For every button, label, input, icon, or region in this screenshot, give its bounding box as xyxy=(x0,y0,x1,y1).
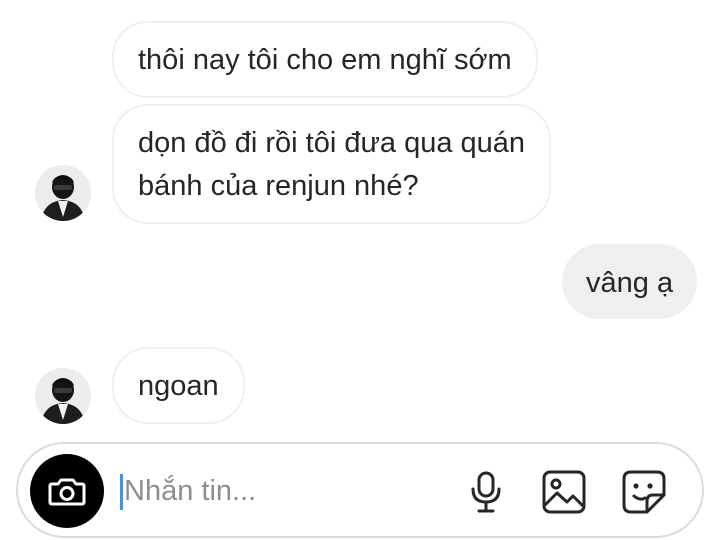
outgoing-message-bubble[interactable]: vâng ạ xyxy=(562,244,698,319)
sticker-icon xyxy=(622,470,666,514)
incoming-message-bubble[interactable]: ngoan xyxy=(112,347,245,424)
incoming-message-bubble[interactable]: dọn đồ đi rồi tôi đưa qua quán bánh của … xyxy=(112,104,552,224)
text-cursor xyxy=(120,474,123,510)
microphone-button[interactable] xyxy=(462,468,510,516)
incoming-message-bubble[interactable]: thôi nay tôi cho em nghĩ sớm xyxy=(112,21,538,98)
sender-avatar[interactable] xyxy=(35,368,91,424)
image-icon xyxy=(542,470,586,514)
sticker-button[interactable] xyxy=(620,468,668,516)
message-text: ngoan xyxy=(138,370,219,402)
avatar-image xyxy=(35,368,91,424)
avatar-image xyxy=(35,165,91,221)
message-text-line: dọn đồ đi rồi tôi đưa qua quán xyxy=(138,127,526,159)
message-input[interactable] xyxy=(120,466,444,516)
gallery-button[interactable] xyxy=(540,468,588,516)
message-text: thôi nay tôi cho em nghĩ sớm xyxy=(138,44,512,76)
message-composer xyxy=(16,442,704,538)
microphone-icon xyxy=(471,471,501,513)
camera-button[interactable] xyxy=(30,454,104,528)
message-text: vâng ạ xyxy=(586,267,674,299)
sender-avatar[interactable] xyxy=(35,165,91,221)
message-text-line: bánh của renjun nhé? xyxy=(138,170,419,202)
camera-icon xyxy=(48,478,86,506)
